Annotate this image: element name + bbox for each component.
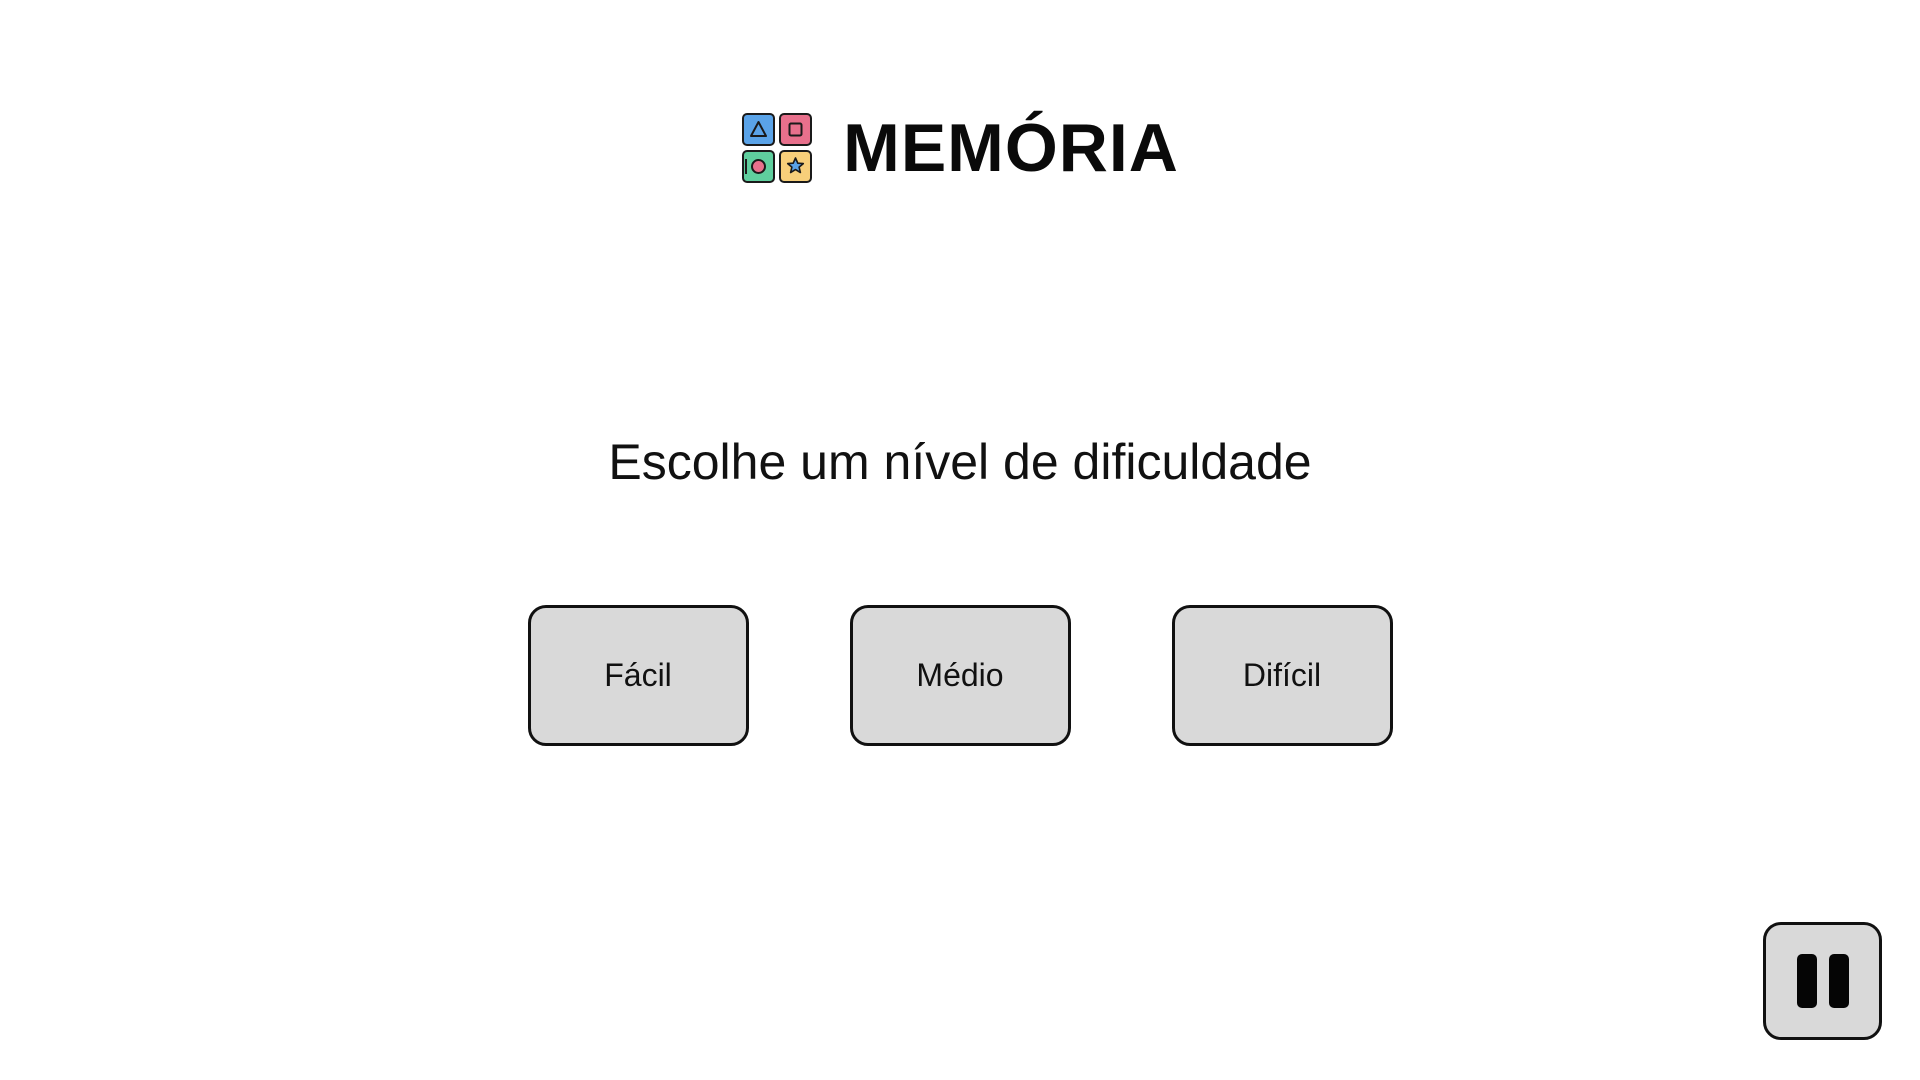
difficulty-options: Fácil Médio Difícil [0, 605, 1920, 746]
header: MEMÓRIA [0, 112, 1920, 184]
hard-button[interactable]: Difícil [1171, 605, 1393, 746]
pause-icon [1796, 954, 1849, 1008]
memory-cards-logo-icon [742, 113, 813, 183]
difficulty-prompt: Escolhe um nível de dificuldade [608, 434, 1312, 490]
app-title: MEMÓRIA [843, 110, 1179, 186]
pause-button[interactable] [1763, 922, 1882, 1040]
game-menu-screen: MEMÓRIA Escolhe um nível de dificuldade … [0, 0, 1920, 1080]
easy-button[interactable]: Fácil [527, 605, 749, 746]
medium-button[interactable]: Médio [849, 605, 1071, 746]
